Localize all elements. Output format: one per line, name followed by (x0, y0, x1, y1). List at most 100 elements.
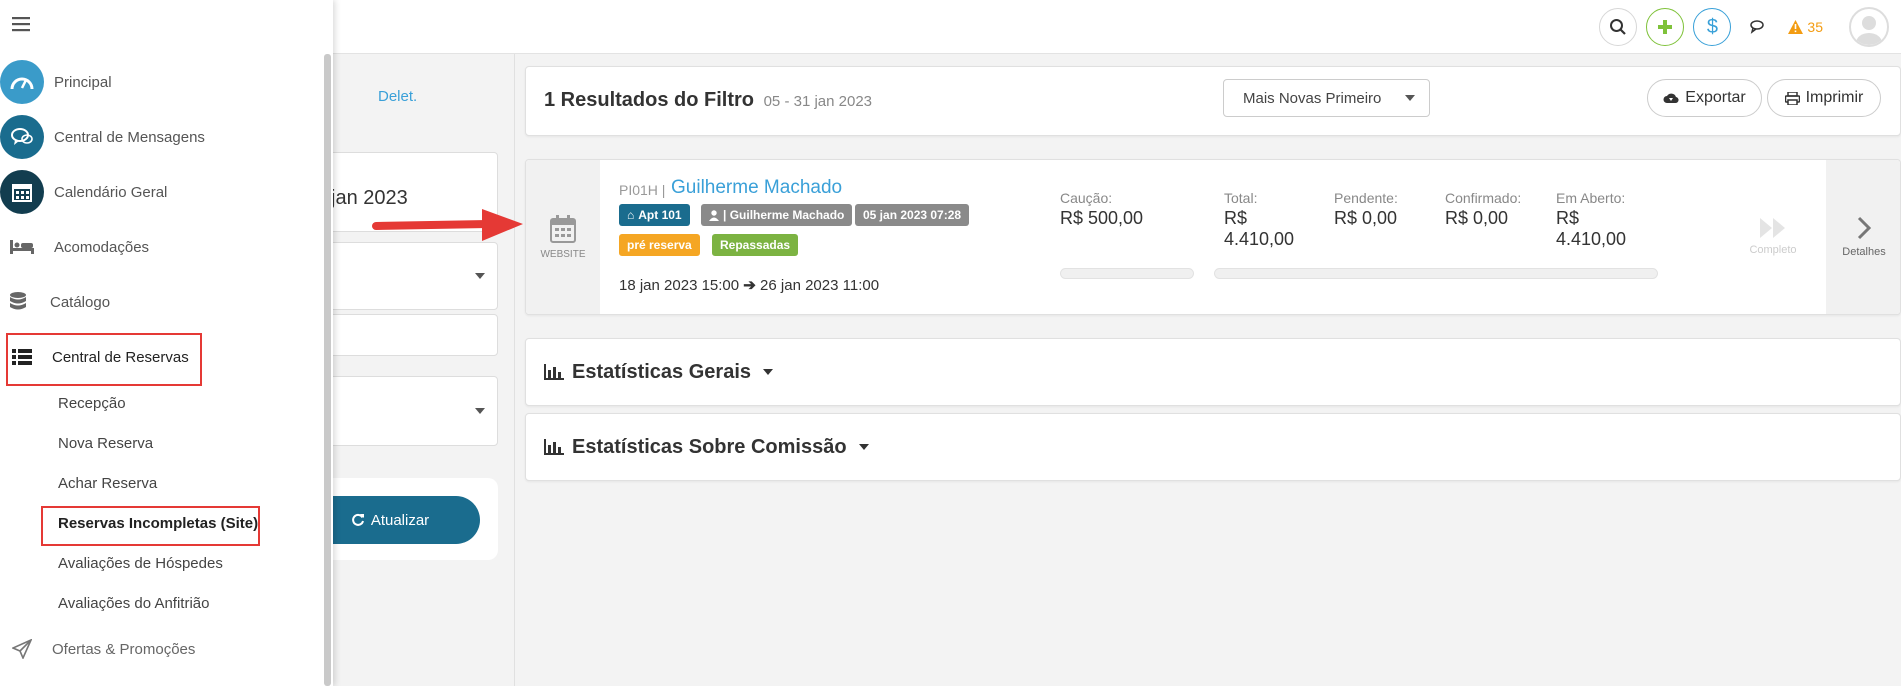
chevron-down-icon (1405, 95, 1415, 101)
calendar-icon (550, 214, 576, 243)
results-count: 1 Resultados do Filtro (544, 89, 755, 111)
pending-amount: Pendente: R$ 0,00 (1334, 190, 1398, 229)
commission-stats-panel[interactable]: Estatísticas Sobre Comissão (525, 413, 1901, 481)
submenu-item-new-reservation[interactable]: Nova Reserva (58, 435, 153, 452)
finance-button[interactable]: $ (1693, 8, 1732, 46)
cloud-download-icon (1663, 93, 1679, 103)
user-icon (1856, 16, 1882, 45)
add-button[interactable] (1646, 8, 1685, 46)
alerts-button[interactable]: 35 (1788, 19, 1823, 35)
alerts-count: 35 (1807, 19, 1823, 35)
print-button[interactable]: Imprimir (1767, 79, 1881, 117)
unit-tag: ⌂ Apt 101 (619, 204, 690, 226)
submenu-item-find-reservation[interactable]: Achar Reserva (58, 475, 157, 492)
sidebar-item-label: Calendário Geral (54, 183, 168, 201)
open-label: Em Aberto: (1556, 190, 1626, 206)
fast-forward-icon (1760, 218, 1785, 238)
bar-chart-icon (544, 439, 564, 455)
booking-card[interactable]: WEBSITE PI01H | Guilherme Machado ⌂ Apt … (525, 159, 1901, 315)
results-header: 1 Resultados do Filtro 05 - 31 jan 2023 … (525, 66, 1901, 136)
submenu-item-reception[interactable]: Recepção (58, 395, 126, 412)
sidebar-item-calendar[interactable]: Calendário Geral (0, 170, 167, 214)
sidebar-item-messages[interactable]: Central de Mensagens (0, 115, 205, 159)
sidebar-item-label: Central de Mensagens (54, 128, 205, 146)
highlight-box (41, 506, 260, 546)
deposit-amount: Caução: R$ 500,00 (1060, 190, 1143, 229)
chat-icon (1750, 20, 1765, 34)
messages-button[interactable] (1740, 9, 1776, 45)
open-value: 4.410,00 (1556, 229, 1627, 249)
pending-value: R$ 0,00 (1334, 208, 1398, 228)
sidebar-item-catalog[interactable]: Catálogo (0, 280, 110, 324)
total-amount: Total: R$ 4.410,00 (1224, 190, 1294, 250)
bed-icon (0, 225, 44, 269)
commission-stats-label: Estatísticas Sobre Comissão (572, 435, 847, 458)
hamburger-icon (12, 17, 30, 32)
details-button[interactable]: Detalhes (1826, 160, 1900, 314)
sidebar-item-label: Acomodações (54, 238, 150, 256)
database-icon (0, 280, 40, 324)
confirmed-label: Confirmado: (1445, 190, 1522, 206)
general-stats-title: Estatísticas Gerais (544, 339, 773, 405)
booking-code: PI01H | (619, 182, 666, 198)
user-avatar[interactable] (1849, 7, 1889, 47)
guest-tag: | Guilherme Machado (701, 204, 853, 226)
menu-toggle[interactable] (12, 16, 30, 37)
sidebar-item-label: Catálogo (50, 293, 111, 311)
checkout-date: 26 jan 2023 11:00 (760, 277, 880, 294)
export-label: Exportar (1685, 89, 1746, 106)
calendar-icon (0, 170, 44, 214)
created-tag: 05 jan 2023 07:28 (855, 204, 970, 226)
annotation-arrow (372, 209, 523, 241)
confirmed-value: R$ 0,00 (1445, 208, 1509, 228)
refresh-label: Atualizar (370, 511, 430, 529)
submenu-item-host-reviews[interactable]: Avaliações do Anfitrião (58, 595, 210, 612)
sidebar-item-principal[interactable]: Principal (0, 60, 112, 104)
date-filter-value: jan 2023 (331, 187, 408, 209)
open-value-currency: R$ (1556, 208, 1580, 228)
deposit-label: Caução: (1060, 190, 1113, 206)
sidebar-item-label: Ofertas & Promoções (52, 640, 196, 658)
total-value: 4.410,00 (1224, 229, 1295, 249)
printer-icon (1784, 91, 1800, 105)
chevron-down-icon (475, 273, 485, 279)
sidebar-item-label: Principal (54, 73, 112, 91)
paper-plane-icon (0, 627, 44, 671)
plus-icon (1658, 20, 1673, 34)
complete-label: Completo (1749, 244, 1797, 256)
details-label: Detalhes (1842, 246, 1886, 258)
transfer-tag: Repassadas (712, 234, 799, 256)
deposit-value: R$ 500,00 (1060, 208, 1144, 228)
transfer-tag-label: Repassadas (720, 238, 791, 252)
booking-source: WEBSITE (526, 160, 600, 314)
search-button[interactable] (1599, 8, 1638, 46)
results-range: 05 - 31 jan 2023 (763, 93, 873, 110)
results-title: 1 Resultados do Filtro 05 - 31 jan 2023 (544, 89, 872, 112)
created-tag-label: 05 jan 2023 07:28 (863, 208, 962, 222)
print-label: Imprimir (1805, 89, 1864, 106)
delet-link[interactable]: Delet. (378, 88, 417, 105)
stay-dates: 18 jan 2023 15:00 ➔ 26 jan 2023 11:00 (619, 276, 879, 294)
pending-label: Pendente: (1334, 190, 1398, 206)
complete-button[interactable]: Completo (1724, 160, 1822, 314)
confirmed-amount: Confirmado: R$ 0,00 (1445, 190, 1521, 229)
highlight-box (6, 333, 202, 386)
open-amount: Em Aberto: R$ 4.410,00 (1556, 190, 1626, 250)
status-tag-label: pré reserva (627, 238, 692, 252)
refresh-icon (351, 513, 364, 526)
home-icon: ⌂ (627, 208, 635, 222)
export-button[interactable]: Exportar (1647, 79, 1762, 117)
dollar-icon: $ (1706, 15, 1718, 38)
chat-icon (0, 115, 44, 159)
checkin-date: 18 jan 2023 15:00 (619, 277, 740, 294)
guest-name-link[interactable]: Guilherme Machado (671, 177, 842, 199)
payment-progress-bar (1214, 268, 1658, 279)
commission-stats-title: Estatísticas Sobre Comissão (544, 414, 869, 480)
sidebar-item-offers[interactable]: Ofertas & Promoções (0, 627, 195, 671)
general-stats-panel[interactable]: Estatísticas Gerais (525, 338, 1901, 406)
sidebar-item-accommodations[interactable]: Acomodações (0, 225, 149, 269)
sidebar-scrollbar[interactable] (324, 54, 331, 686)
general-stats-label: Estatísticas Gerais (572, 360, 751, 383)
submenu-item-guest-reviews[interactable]: Avaliações de Hóspedes (58, 555, 223, 572)
sort-select[interactable]: Mais Novas Primeiro (1223, 79, 1430, 117)
